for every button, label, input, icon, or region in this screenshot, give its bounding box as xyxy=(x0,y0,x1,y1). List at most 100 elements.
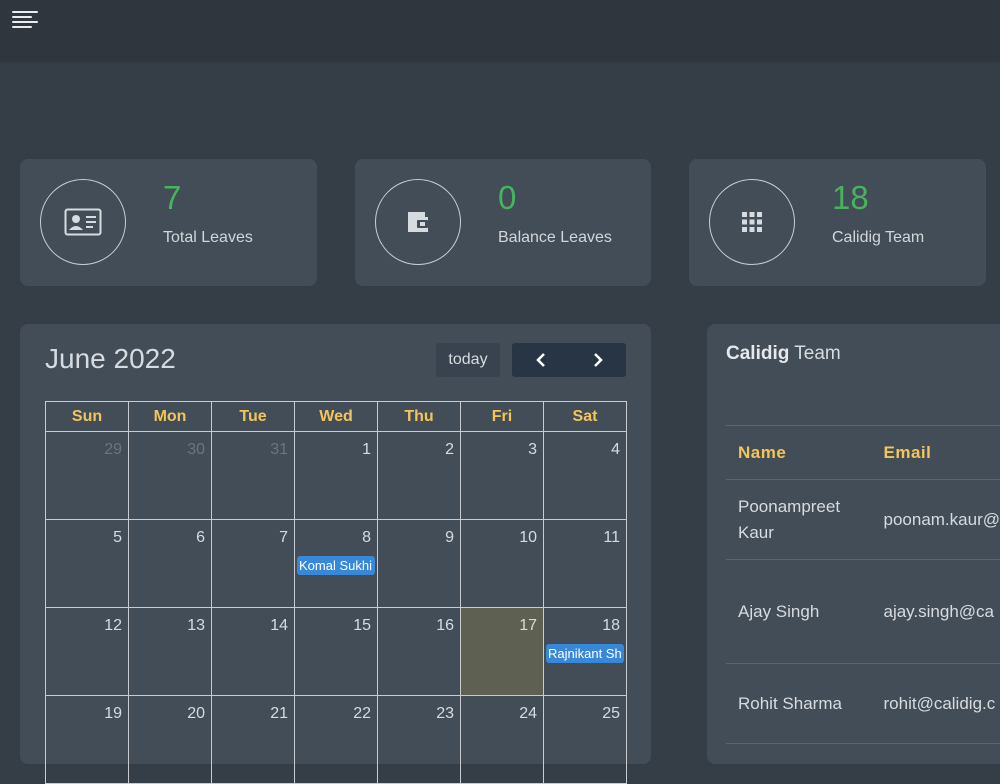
weekday-header: Sun xyxy=(46,402,129,432)
stat-card-total-leaves: 7 Total Leaves xyxy=(20,159,317,286)
calendar-event[interactable]: Rajnikant Sh xyxy=(546,644,624,663)
day-cell[interactable]: 10 xyxy=(461,520,544,608)
day-number: 19 xyxy=(104,705,122,723)
day-cell[interactable]: 8 Komal Sukhi xyxy=(295,520,378,608)
day-number: 12 xyxy=(104,617,122,635)
day-number: 21 xyxy=(270,705,288,723)
day-number: 2 xyxy=(445,441,454,459)
column-header-email[interactable]: Email xyxy=(872,426,1000,480)
team-title-rest: Team xyxy=(789,343,840,364)
day-number: 5 xyxy=(113,529,122,547)
day-cell[interactable]: 14 xyxy=(212,608,295,696)
day-number: 9 xyxy=(445,529,454,547)
day-cell[interactable]: 19 xyxy=(46,696,129,784)
day-number: 17 xyxy=(519,617,537,635)
day-cell[interactable]: 25 xyxy=(544,696,627,784)
wallet-icon xyxy=(375,179,461,265)
chevron-left-icon xyxy=(535,352,547,368)
next-month-button[interactable] xyxy=(569,343,626,377)
day-cell[interactable]: 6 xyxy=(129,520,212,608)
team-member-email: rohit@calidig.c xyxy=(872,664,1000,744)
day-number: 25 xyxy=(602,705,620,723)
day-number: 10 xyxy=(519,529,537,547)
calendar-nav xyxy=(512,343,626,377)
day-cell[interactable]: 18 Rajnikant Sh xyxy=(544,608,627,696)
calendar-panel: June 2022 today Sun Mon Tue Wed Thu Fri … xyxy=(20,324,651,764)
prev-month-button[interactable] xyxy=(512,343,569,377)
day-cell[interactable]: 29 xyxy=(46,432,129,520)
weekday-header: Tue xyxy=(212,402,295,432)
weekday-header: Sat xyxy=(544,402,627,432)
day-number: 1 xyxy=(362,441,371,459)
table-row: Ajay Singh ajay.singh@ca xyxy=(726,560,1000,664)
day-cell[interactable]: 31 xyxy=(212,432,295,520)
table-row: Rohit Sharma rohit@calidig.c xyxy=(726,664,1000,744)
day-cell[interactable]: 11 xyxy=(544,520,627,608)
day-cell[interactable]: 15 xyxy=(295,608,378,696)
day-number: 22 xyxy=(353,705,371,723)
day-cell[interactable]: 12 xyxy=(46,608,129,696)
weekday-header: Fri xyxy=(461,402,544,432)
day-cell[interactable]: 23 xyxy=(378,696,461,784)
name-line: Poonampreet xyxy=(738,497,840,516)
day-cell[interactable]: 16 xyxy=(378,608,461,696)
day-cell[interactable]: 21 xyxy=(212,696,295,784)
calendar-grid: Sun Mon Tue Wed Thu Fri Sat 29 30 31 1 2… xyxy=(45,401,627,784)
stat-label: Balance Leaves xyxy=(498,229,612,247)
day-cell[interactable]: 7 xyxy=(212,520,295,608)
id-card-icon xyxy=(40,179,126,265)
day-number: 24 xyxy=(519,705,537,723)
weekday-header: Thu xyxy=(378,402,461,432)
weekday-header: Mon xyxy=(129,402,212,432)
weekday-header: Wed xyxy=(295,402,378,432)
team-title: Calidig Team xyxy=(726,343,841,365)
day-cell[interactable]: 13 xyxy=(129,608,212,696)
day-number: 16 xyxy=(436,617,454,635)
day-number: 30 xyxy=(187,441,205,459)
day-number: 14 xyxy=(270,617,288,635)
team-panel: Calidig Team Name Email PoonampreetKaur … xyxy=(707,324,1000,764)
name-line: Kaur xyxy=(738,523,774,542)
calendar-week: 19 20 21 22 23 24 25 xyxy=(46,696,627,784)
day-number: 29 xyxy=(104,441,122,459)
calendar-title: June 2022 xyxy=(45,343,176,375)
top-bar xyxy=(0,0,1000,62)
day-number: 20 xyxy=(187,705,205,723)
weekday-header-row: Sun Mon Tue Wed Thu Fri Sat xyxy=(46,402,627,432)
grid-icon xyxy=(709,179,795,265)
day-number: 11 xyxy=(603,529,620,547)
day-number: 31 xyxy=(270,441,288,459)
day-cell-today[interactable]: 17 xyxy=(461,608,544,696)
day-number: 7 xyxy=(279,529,288,547)
day-number: 6 xyxy=(196,529,205,547)
stat-card-team: 18 Calidig Team xyxy=(689,159,986,286)
day-number: 23 xyxy=(436,705,454,723)
team-table-header: Name Email xyxy=(726,426,1000,480)
stat-value: 18 xyxy=(832,179,869,217)
today-button[interactable]: today xyxy=(436,343,500,377)
day-number: 15 xyxy=(353,617,371,635)
day-cell[interactable]: 9 xyxy=(378,520,461,608)
calendar-week: 12 13 14 15 16 17 18 Rajnikant Sh xyxy=(46,608,627,696)
column-header-name[interactable]: Name xyxy=(726,426,872,480)
day-cell[interactable]: 2 xyxy=(378,432,461,520)
day-cell[interactable]: 1 xyxy=(295,432,378,520)
calendar-week: 5 6 7 8 Komal Sukhi 9 10 11 xyxy=(46,520,627,608)
day-cell[interactable]: 4 xyxy=(544,432,627,520)
day-cell[interactable]: 24 xyxy=(461,696,544,784)
day-number: 4 xyxy=(611,441,620,459)
day-cell[interactable]: 5 xyxy=(46,520,129,608)
day-cell[interactable]: 22 xyxy=(295,696,378,784)
day-number: 8 xyxy=(362,529,371,547)
team-member-email: ajay.singh@ca xyxy=(872,560,1000,664)
day-cell[interactable]: 30 xyxy=(129,432,212,520)
team-table: Name Email PoonampreetKaur poonam.kaur@ … xyxy=(726,425,1000,744)
table-row: PoonampreetKaur poonam.kaur@ xyxy=(726,480,1000,560)
calendar-week: 29 30 31 1 2 3 4 xyxy=(46,432,627,520)
calendar-event[interactable]: Komal Sukhi xyxy=(297,556,375,575)
menu-icon[interactable] xyxy=(12,11,40,33)
day-number: 13 xyxy=(187,617,205,635)
stat-value: 7 xyxy=(163,179,181,217)
day-cell[interactable]: 3 xyxy=(461,432,544,520)
day-cell[interactable]: 20 xyxy=(129,696,212,784)
